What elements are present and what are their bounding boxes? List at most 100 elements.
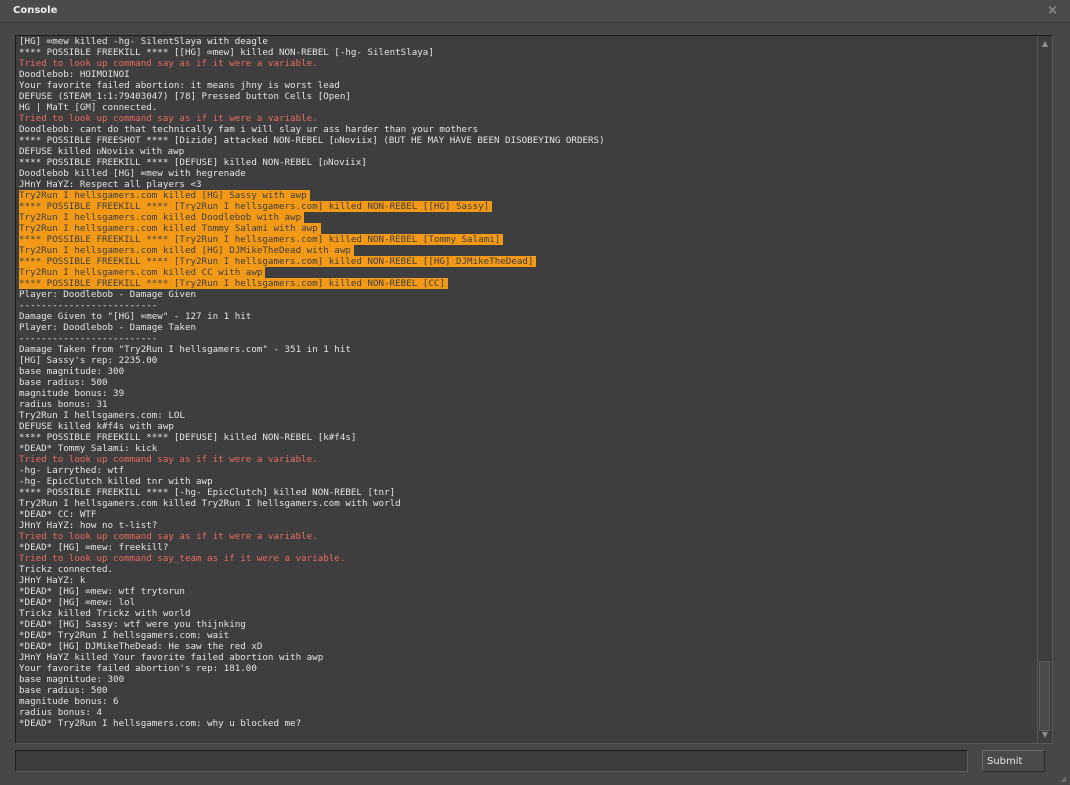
resize-grip-icon[interactable]: ◢ — [1060, 775, 1068, 783]
log-line: *DEAD* [HG] ∞mew: freekill? — [19, 542, 1036, 553]
log-line: **** POSSIBLE FREEKILL **** [DEFUSE] kil… — [19, 432, 1036, 443]
log-line: HG | MaTt [GM] connected. — [19, 102, 1036, 113]
log-line: JHnY HaYZ: how no t-list? — [19, 520, 1036, 531]
log-line: magnitude bonus: 6 — [19, 696, 1036, 707]
log-line: Doodlebob killed [HG] ∞mew with hegrenad… — [19, 168, 1036, 179]
log-line: *DEAD* CC: WTF — [19, 509, 1036, 520]
log-line: Damage Taken from "Try2Run I hellsgamers… — [19, 344, 1036, 355]
log-line-text: **** POSSIBLE FREESHOT **** [Dizide] att… — [19, 135, 605, 146]
log-line-text: Your favorite failed abortion: it means … — [19, 80, 340, 91]
log-line: JHnY HaYZ killed Your favorite failed ab… — [19, 652, 1036, 663]
log-line-text: Try2Run I hellsgamers.com: LOL — [19, 410, 185, 421]
log-line-text: Try2Run I hellsgamers.com killed Try2Run… — [19, 498, 401, 509]
vertical-scrollbar[interactable]: ▲ ▼ — [1037, 36, 1052, 743]
log-line: DEFUSE killed k#f4s with awp — [19, 421, 1036, 432]
log-line: ------------------------- — [19, 300, 1036, 311]
log-line: Trickz connected. — [19, 564, 1036, 575]
log-line: **** POSSIBLE FREEKILL **** [[HG] ∞mew] … — [19, 47, 1036, 58]
log-line-text: Try2Run I hellsgamers.com killed Doodleb… — [19, 212, 305, 223]
log-line-text: base magnitude: 300 — [19, 366, 125, 377]
log-line-text: JHnY HaYZ killed Your favorite failed ab… — [19, 652, 324, 663]
log-line-text: Try2Run I hellsgamers.com killed [HG] Sa… — [19, 190, 310, 201]
log-line-text: Try2Run I hellsgamers.com killed Tommy S… — [19, 223, 321, 234]
log-line: Player: Doodlebob - Damage Taken — [19, 322, 1036, 333]
log-line-text: *DEAD* Tommy Salami: kick — [19, 443, 158, 454]
log-line-text: Try2Run I hellsgamers.com killed CC with… — [19, 267, 266, 278]
log-line-text: **** POSSIBLE FREEKILL **** [Try2Run I h… — [19, 234, 504, 245]
log-line-text: Try2Run I hellsgamers.com killed [HG] DJ… — [19, 245, 354, 256]
log-line-text: [HG] Sassy's rep: 2235.00 — [19, 355, 158, 366]
log-line-highlighted: Try2Run I hellsgamers.com killed [HG] Sa… — [19, 190, 1036, 201]
log-line-text: -hg- EpicClutch killed tnr with awp — [19, 476, 213, 487]
log-line-text: Doodlebob: HOIMOINOI — [19, 69, 130, 80]
scroll-up-arrow-icon[interactable]: ▲ — [1040, 39, 1050, 49]
log-line-error: Tried to look up command say as if it we… — [19, 531, 1036, 542]
console-log: [HG] ∞mew killed -hg- SilentSlaya with d… — [19, 36, 1036, 729]
log-line: Your favorite failed abortion: it means … — [19, 80, 1036, 91]
log-line: radius bonus: 4 — [19, 707, 1036, 718]
log-line-text: ------------------------- — [19, 300, 158, 311]
log-line: Doodlebob: cant do that technically fam … — [19, 124, 1036, 135]
log-line: [HG] ∞mew killed -hg- SilentSlaya with d… — [19, 36, 1036, 47]
log-line-text: *DEAD* [HG] Sassy: wtf were you thijnkin… — [19, 619, 246, 630]
command-input[interactable] — [15, 750, 968, 772]
log-line-text: -hg- Larrythed: wtf — [19, 465, 125, 476]
scrollbar-thumb[interactable] — [1039, 661, 1050, 731]
log-line: **** POSSIBLE FREEKILL **** [DEFUSE] kil… — [19, 157, 1036, 168]
console-log-panel[interactable]: [HG] ∞mew killed -hg- SilentSlaya with d… — [15, 35, 1053, 744]
log-line-text: **** POSSIBLE FREEKILL **** [-hg- EpicCl… — [19, 487, 396, 498]
log-line-text: ------------------------- — [19, 333, 158, 344]
log-line: magnitude bonus: 39 — [19, 388, 1036, 399]
log-line-text: Trickz connected. — [19, 564, 114, 575]
log-line: base radius: 500 — [19, 377, 1036, 388]
log-line: **** POSSIBLE FREESHOT **** [Dizide] att… — [19, 135, 1036, 146]
log-line: Damage Given to "[HG] ∞mew" - 127 in 1 h… — [19, 311, 1036, 322]
log-line-text: *DEAD* [HG] ∞mew: wtf trytorun — [19, 586, 185, 597]
log-line-text: Trickz killed Trickz with world — [19, 608, 191, 619]
log-line: *DEAD* Try2Run I hellsgamers.com: wait — [19, 630, 1036, 641]
log-line: *DEAD* [HG] ∞mew: wtf trytorun — [19, 586, 1036, 597]
log-line-highlighted: **** POSSIBLE FREEKILL **** [Try2Run I h… — [19, 201, 1036, 212]
log-line: DEFUSE (STEAM_1:1:79403047) [78] Pressed… — [19, 91, 1036, 102]
log-line-text: HG | MaTt [GM] connected. — [19, 102, 158, 113]
log-line: **** POSSIBLE FREEKILL **** [-hg- EpicCl… — [19, 487, 1036, 498]
log-line: Your favorite failed abortion's rep: 181… — [19, 663, 1036, 674]
log-line: *DEAD* [HG] DJMikeTheDead: He saw the re… — [19, 641, 1036, 652]
log-line-text: base magnitude: 300 — [19, 674, 125, 685]
log-line-text: Tried to look up command say as if it we… — [19, 58, 318, 69]
log-line: Try2Run I hellsgamers.com: LOL — [19, 410, 1036, 421]
log-line-highlighted: Try2Run I hellsgamers.com killed CC with… — [19, 267, 1036, 278]
log-line-text: **** POSSIBLE FREEKILL **** [[HG] ∞mew] … — [19, 47, 434, 58]
log-line-text: DEFUSE killed k#f4s with awp — [19, 421, 174, 432]
log-line: *DEAD* [HG] Sassy: wtf were you thijnkin… — [19, 619, 1036, 630]
log-line-highlighted: **** POSSIBLE FREEKILL **** [Try2Run I h… — [19, 234, 1036, 245]
log-line-text: *DEAD* [HG] DJMikeTheDead: He saw the re… — [19, 641, 263, 652]
log-line-text: **** POSSIBLE FREEKILL **** [Try2Run I h… — [19, 256, 537, 267]
log-line-text: JHnY HaYZ: k — [19, 575, 86, 586]
submit-button[interactable]: Submit — [982, 750, 1045, 772]
log-line-text: *DEAD* CC: WTF — [19, 509, 97, 520]
log-line-highlighted: Try2Run I hellsgamers.com killed Doodleb… — [19, 212, 1036, 223]
log-line: *DEAD* [HG] ∞mew: lol — [19, 597, 1036, 608]
log-line-highlighted: Try2Run I hellsgamers.com killed [HG] DJ… — [19, 245, 1036, 256]
log-line-text: JHnY HaYZ: how no t-list? — [19, 520, 158, 531]
log-line: base magnitude: 300 — [19, 674, 1036, 685]
log-line: *DEAD* Try2Run I hellsgamers.com: why u … — [19, 718, 1036, 729]
log-line-text: *DEAD* Try2Run I hellsgamers.com: why u … — [19, 718, 302, 729]
log-line: [HG] Sassy's rep: 2235.00 — [19, 355, 1036, 366]
log-line-text: Your favorite failed abortion's rep: 181… — [19, 663, 257, 674]
log-line-text: Damage Taken from "Try2Run I hellsgamers… — [19, 344, 351, 355]
log-line-text: Tried to look up command say_team as if … — [19, 553, 346, 564]
scroll-down-arrow-icon[interactable]: ▼ — [1040, 730, 1050, 740]
log-line: JHnY HaYZ: Respect all players <3 — [19, 179, 1036, 190]
log-line: base magnitude: 300 — [19, 366, 1036, 377]
log-line-text: Player: Doodlebob - Damage Taken — [19, 322, 197, 333]
close-icon[interactable]: × — [1047, 3, 1058, 18]
log-line-text: **** POSSIBLE FREEKILL **** [Try2Run I h… — [19, 201, 493, 212]
log-line-text: JHnY HaYZ: Respect all players <3 — [19, 179, 202, 190]
log-line-text: *DEAD* [HG] ∞mew: lol — [19, 597, 136, 608]
log-line-text: Tried to look up command say as if it we… — [19, 454, 318, 465]
log-line-text: Player: Doodlebob - Damage Given — [19, 289, 197, 300]
log-line-highlighted: **** POSSIBLE FREEKILL **** [Try2Run I h… — [19, 256, 1036, 267]
log-line-text: Damage Given to "[HG] ∞mew" - 127 in 1 h… — [19, 311, 252, 322]
